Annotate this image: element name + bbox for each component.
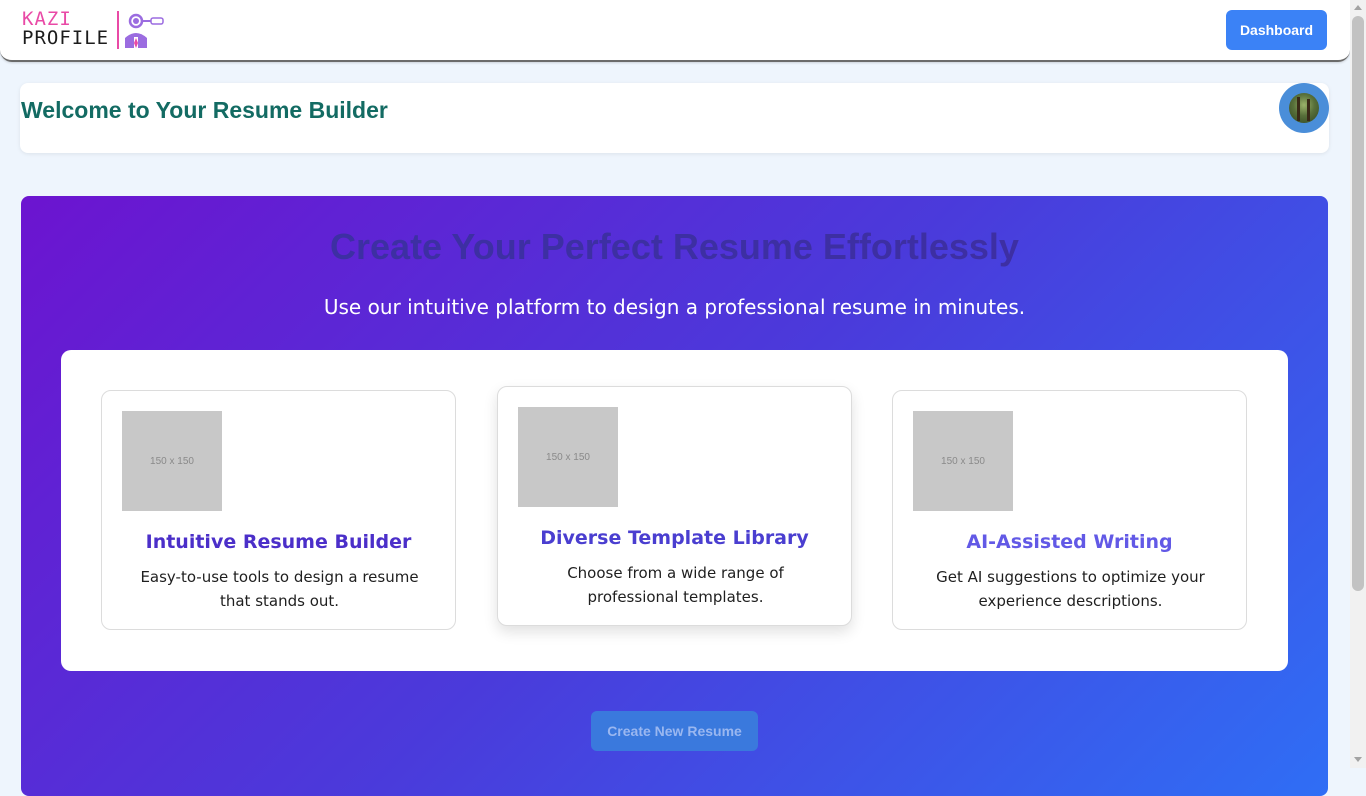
hero-subtitle: Use our intuitive platform to design a p… xyxy=(323,295,1026,319)
top-navbar: KAZI PROFILE Dashboard xyxy=(0,0,1350,62)
dashboard-button[interactable]: Dashboard xyxy=(1226,10,1327,50)
avatar[interactable] xyxy=(1279,83,1329,133)
avatar-image xyxy=(1289,93,1319,123)
feature-card-template-library[interactable]: 150 x 150 Diverse Template Library Choos… xyxy=(497,386,852,626)
scroll-down-arrow-icon[interactable] xyxy=(1354,757,1362,762)
feature-description: Choose from a wide range of professional… xyxy=(567,564,784,606)
scrollbar-thumb[interactable] xyxy=(1352,16,1364,591)
feature-card-ai-writing[interactable]: 150 x 150 AI-Assisted Writing Get AI sug… xyxy=(892,390,1247,630)
kazi-profile-logo[interactable]: KAZI PROFILE xyxy=(20,8,170,54)
scroll-up-arrow-icon[interactable] xyxy=(1354,5,1362,10)
logo-divider xyxy=(117,11,119,49)
feature-image-placeholder: 150 x 150 xyxy=(913,411,1013,511)
logo-text-profile: PROFILE xyxy=(22,27,110,49)
create-new-resume-button[interactable]: Create New Resume xyxy=(591,711,758,751)
page-title: Welcome to Your Resume Builder xyxy=(21,97,388,123)
feature-title: Intuitive Resume Builder xyxy=(145,531,412,553)
hero-section: Create Your Perfect Resume Effortlessly … xyxy=(21,196,1328,796)
vertical-scrollbar[interactable] xyxy=(1350,0,1366,768)
feature-title: Diverse Template Library xyxy=(540,527,809,549)
feature-title: AI-Assisted Writing xyxy=(966,531,1173,553)
logo-wordmark: KAZI PROFILE xyxy=(22,10,109,48)
features-panel: 150 x 150 Intuitive Resume Builder Easy-… xyxy=(61,350,1288,671)
feature-description: Get AI suggestions to optimize your expe… xyxy=(936,568,1205,610)
feature-description: Easy-to-use tools to design a resume tha… xyxy=(140,568,419,610)
welcome-card: Welcome to Your Resume Builder xyxy=(20,83,1329,153)
hero-title: Create Your Perfect Resume Effortlessly xyxy=(330,226,1019,267)
feature-card-resume-builder[interactable]: 150 x 150 Intuitive Resume Builder Easy-… xyxy=(101,390,456,630)
feature-image-placeholder: 150 x 150 xyxy=(518,407,618,507)
feature-image-placeholder: 150 x 150 xyxy=(122,411,222,511)
logo-mascot-icon xyxy=(125,13,164,48)
